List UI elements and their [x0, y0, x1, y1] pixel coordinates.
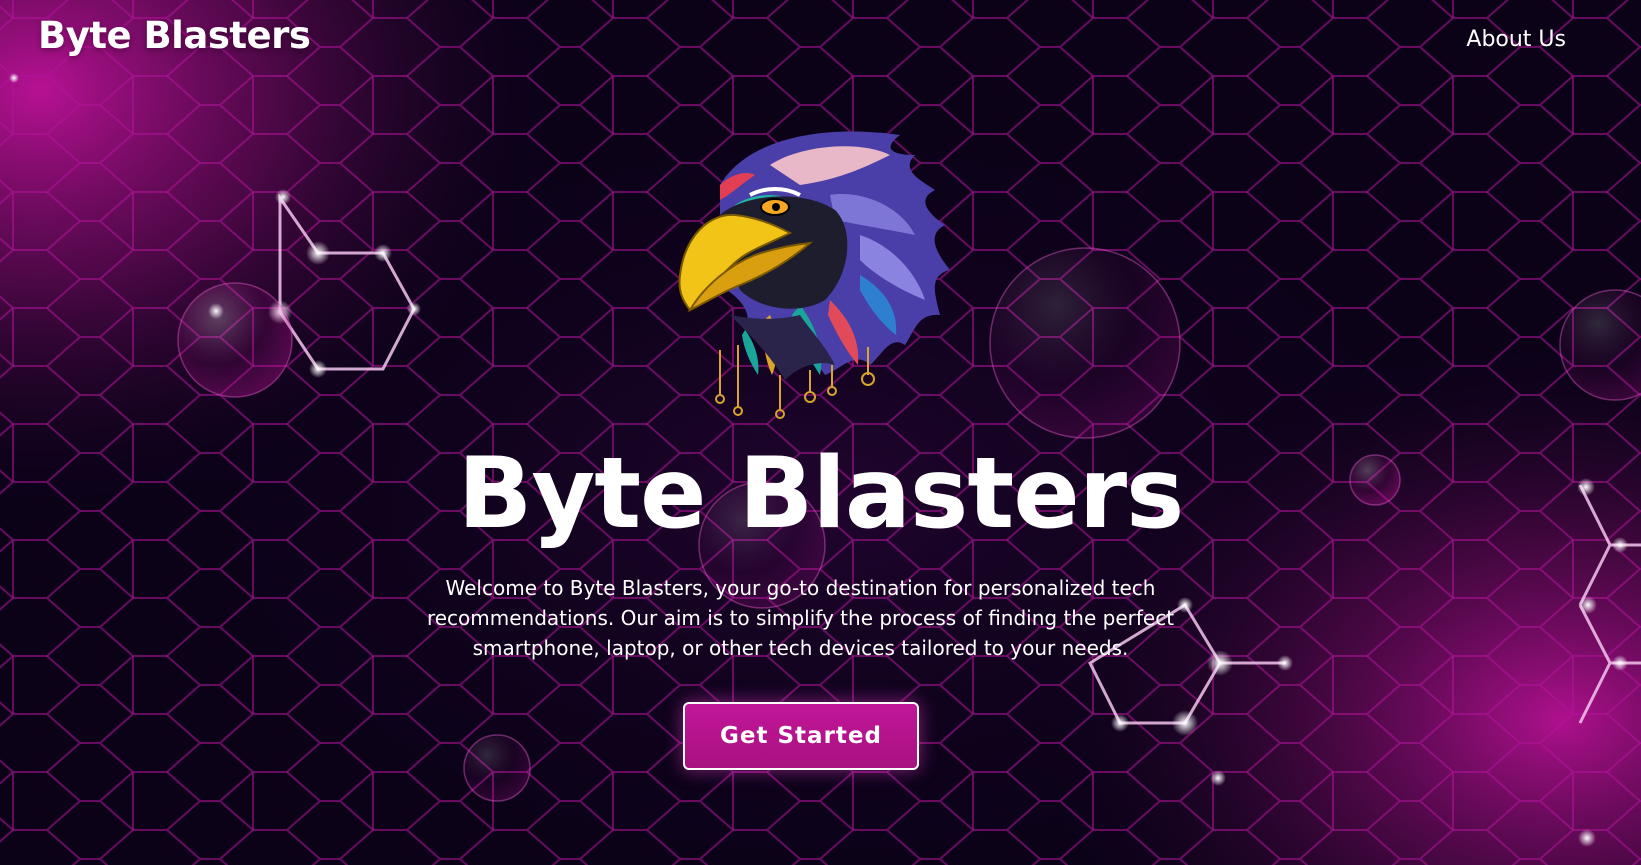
hero-title: Byte Blasters	[457, 437, 1185, 551]
nav-about-us[interactable]: About Us	[1466, 27, 1566, 52]
landing-page: Byte Blasters About Us Byte Blasters Wel…	[0, 0, 1641, 865]
brand-logo-text[interactable]: Byte Blasters	[38, 14, 311, 57]
eagle-logo	[678, 131, 950, 419]
hero-description: Welcome to Byte Blasters, your go-to des…	[426, 576, 1175, 660]
get-started-button[interactable]: Get Started	[683, 702, 919, 770]
